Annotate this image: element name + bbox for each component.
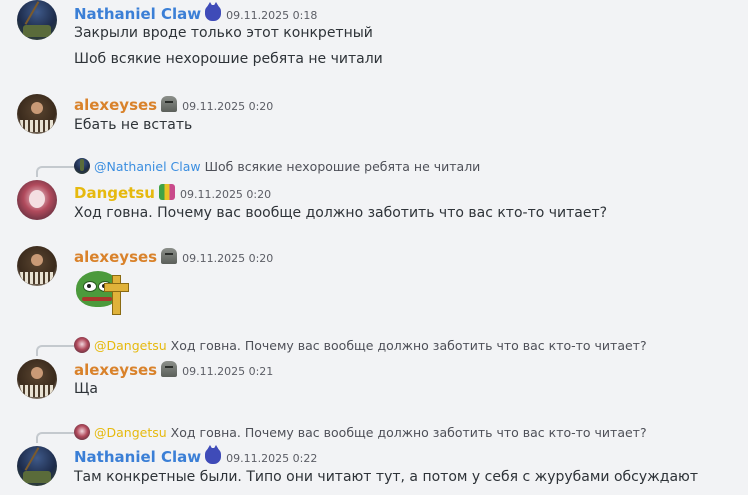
reply-text: Шоб всякие нехорошие ребята не читали: [204, 158, 481, 174]
reply-text: Ход говна. Почему вас вообще должно забо…: [170, 424, 647, 440]
message-header: alexeyses 09.11.2025 0:21: [74, 359, 273, 379]
username[interactable]: alexeyses: [74, 361, 157, 379]
reply-preview[interactable]: @Dangetsu Ход говна. Почему вас вообще д…: [74, 424, 647, 440]
timestamp: 09.11.2025 0:21: [182, 365, 274, 378]
knight-badge-icon: [161, 96, 178, 112]
cross-icon: [104, 283, 129, 292]
timestamp: 09.11.2025 0:20: [179, 188, 272, 201]
reply-mention[interactable]: @Dangetsu: [94, 338, 167, 353]
username[interactable]: Nathaniel Claw: [74, 448, 201, 466]
cross-icon: [112, 275, 121, 315]
avatar[interactable]: [17, 0, 57, 40]
reply-mention[interactable]: @Nathaniel Claw: [94, 159, 201, 174]
reply-spine: [36, 345, 74, 356]
username[interactable]: alexeyses: [74, 96, 157, 114]
username[interactable]: Dangetsu: [74, 184, 155, 202]
message-text: Там конкретные были. Типо они читают тут…: [74, 469, 698, 485]
message-text: Закрыли вроде только этот конкретный: [74, 25, 373, 41]
timestamp: 09.11.2025 0:18: [226, 9, 318, 22]
pepe-mouth: [82, 297, 112, 301]
reply-text: Ход говна. Почему вас вообще должно забо…: [170, 337, 647, 353]
reply-preview[interactable]: @Dangetsu Ход говна. Почему вас вообще д…: [74, 337, 647, 353]
timestamp: 09.11.2025 0:20: [182, 252, 274, 265]
message-header: Nathaniel Claw 09.11.2025 0:22: [74, 445, 318, 466]
reply-spine: [36, 432, 74, 443]
avatar[interactable]: [17, 359, 57, 399]
username[interactable]: alexeyses: [74, 248, 157, 266]
message-text: Шоб всякие нехорошие ребята не читали: [74, 51, 383, 67]
avatar[interactable]: [17, 94, 57, 134]
message-header: Dangetsu 09.11.2025 0:20: [74, 182, 271, 202]
cat-badge-icon: [205, 445, 222, 464]
reply-avatar: [74, 337, 90, 353]
reply-mention[interactable]: @Dangetsu: [94, 425, 167, 440]
message-text: Ебать не встать: [74, 117, 193, 133]
reply-avatar: [74, 158, 90, 174]
message-text: Ща: [74, 381, 98, 397]
timestamp: 09.11.2025 0:22: [226, 452, 318, 465]
timestamp: 09.11.2025 0:20: [182, 100, 274, 113]
reply-avatar: [74, 424, 90, 440]
message-header: alexeyses 09.11.2025 0:20: [74, 246, 273, 266]
pepe-eye: [83, 281, 97, 292]
avatar[interactable]: [17, 246, 57, 286]
reply-spine: [36, 166, 74, 177]
message-header: Nathaniel Claw 09.11.2025 0:18: [74, 2, 318, 23]
message-header: alexeyses 09.11.2025 0:20: [74, 94, 273, 114]
username[interactable]: Nathaniel Claw: [74, 5, 201, 23]
pepe-cross-sticker[interactable]: [74, 267, 132, 317]
cat-badge-icon: [205, 2, 222, 21]
message-text: Ход говна. Почему вас вообще должно забо…: [74, 205, 608, 221]
reply-preview[interactable]: @Nathaniel Claw Шоб всякие нехорошие реб…: [74, 158, 480, 174]
shrek-badge-icon: [158, 184, 175, 200]
avatar[interactable]: [17, 446, 57, 486]
knight-badge-icon: [161, 361, 178, 377]
avatar[interactable]: [17, 180, 57, 220]
knight-badge-icon: [161, 248, 178, 264]
